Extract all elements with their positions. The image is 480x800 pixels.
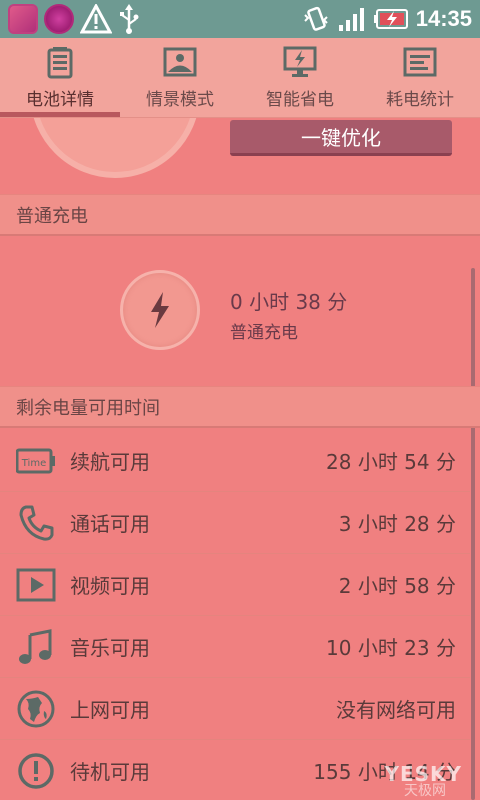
remaining-time-list: Time 续航可用 28 小时 54 分 通话可用 3 小时 28 分 视频可用… (0, 430, 470, 800)
app-notification-icon-2[interactable] (44, 4, 74, 34)
battery-gauge (30, 118, 200, 178)
item-value: 没有网络可用 (336, 698, 456, 722)
standby-icon (18, 752, 54, 789)
battery-gauge-area: 一键优化 (0, 118, 480, 194)
tab-smart-save[interactable]: 智能省电 (240, 38, 360, 117)
tab-label: 智能省电 (266, 90, 334, 110)
item-label: 上网可用 (70, 698, 150, 722)
tab-power-stats[interactable]: 耗电统计 (360, 38, 480, 117)
item-label: 通话可用 (70, 512, 150, 536)
time-battery-icon: Time (16, 448, 55, 473)
item-value: 10 小时 23 分 (326, 636, 456, 660)
lightning-icon (151, 292, 169, 328)
item-label: 待机可用 (70, 760, 150, 784)
item-value: 3 小时 28 分 (338, 512, 456, 536)
video-play-icon (16, 568, 56, 601)
tab-label: 电池详情 (26, 90, 94, 110)
list-item[interactable]: 上网可用 没有网络可用 (0, 678, 470, 740)
item-label: 续航可用 (70, 450, 150, 474)
usb-icon (120, 4, 139, 34)
vibrate-icon (304, 6, 328, 31)
watermark-sub: 天极网 (404, 783, 446, 799)
scrollbar[interactable] (471, 268, 475, 800)
charging-section-header: 普通充电 (0, 194, 480, 236)
clock: 14:35 (415, 6, 472, 31)
battery-icon (47, 47, 73, 79)
list-item[interactable]: 音乐可用 10 小时 23 分 (0, 616, 470, 678)
list-item[interactable]: 通话可用 3 小时 28 分 (0, 492, 470, 554)
item-label: 视频可用 (70, 574, 150, 598)
remaining-section-header: 剩余电量可用时间 (0, 386, 480, 428)
svg-text:Time: Time (21, 458, 46, 469)
music-note-icon (19, 628, 52, 664)
phone-icon (19, 505, 54, 541)
monitor-bolt-icon (283, 46, 317, 77)
charging-info: 0 小时 38 分 普通充电 (0, 238, 480, 386)
app-notification-icon[interactable] (8, 4, 38, 34)
globe-icon (17, 690, 55, 727)
warning-icon (80, 4, 112, 34)
stats-icon (403, 47, 437, 77)
signal-icon (338, 8, 364, 31)
tab-label: 耗电统计 (386, 90, 454, 110)
tab-scene-mode[interactable]: 情景模式 (120, 38, 240, 117)
tab-battery-details[interactable]: 电池详情 (0, 38, 120, 117)
item-value: 2 小时 58 分 (338, 574, 456, 598)
battery-charging-icon (373, 9, 408, 29)
charging-mode: 普通充电 (230, 323, 298, 343)
item-value: 28 小时 54 分 (326, 450, 456, 474)
charging-indicator (120, 270, 200, 350)
tab-bar: 电池详情 情景模式 智能省电 耗电统计 (0, 38, 480, 118)
item-label: 音乐可用 (70, 636, 150, 660)
charging-time: 0 小时 38 分 (230, 290, 348, 314)
tab-label: 情景模式 (146, 90, 214, 110)
optimize-button[interactable]: 一键优化 (230, 120, 452, 156)
picture-icon (163, 47, 197, 77)
list-item[interactable]: Time 续航可用 28 小时 54 分 (0, 430, 470, 492)
status-bar: 14:35 (0, 0, 480, 38)
list-item[interactable]: 视频可用 2 小时 58 分 (0, 554, 470, 616)
